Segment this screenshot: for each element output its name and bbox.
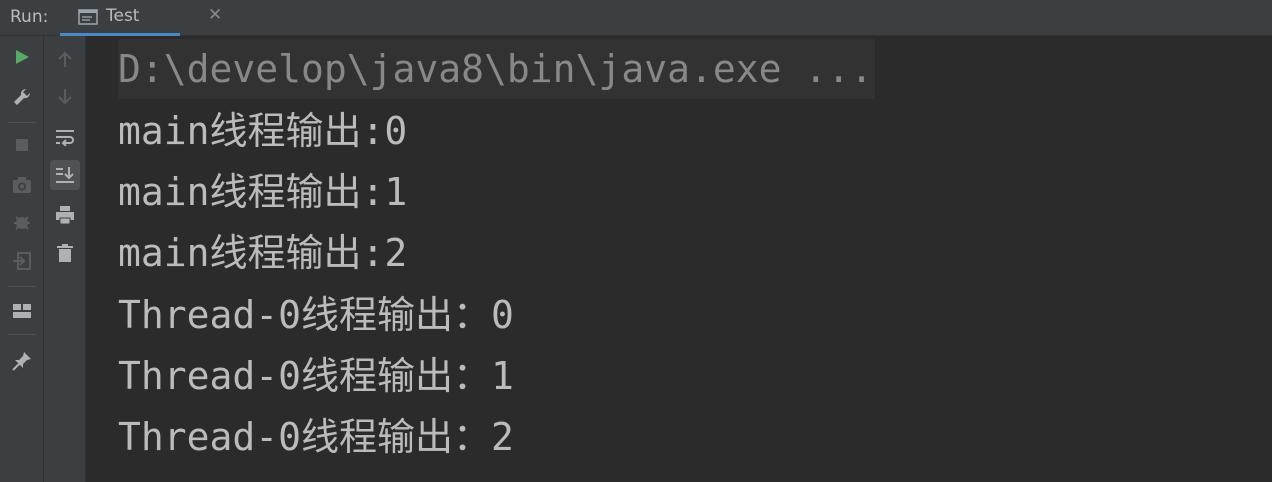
- run-tab-bar: Run: Test ✕: [0, 0, 1272, 36]
- run-toolbar: [0, 36, 44, 482]
- output-line: Thread-0线程输出：0: [118, 293, 514, 337]
- toolbar-separator: [8, 334, 36, 335]
- run-tool-window: Run: Test ✕ D:\develop\java8\bin\java.ex…: [0, 0, 1272, 482]
- tab-test[interactable]: Test ✕: [60, 0, 222, 36]
- command-line[interactable]: D:\develop\java8\bin\java.exe ...: [118, 39, 875, 99]
- arrow-down-icon[interactable]: [52, 84, 78, 110]
- stop-icon[interactable]: [9, 132, 35, 158]
- camera-icon[interactable]: [9, 172, 35, 198]
- console-icon: [78, 9, 98, 25]
- output-line: Thread-0线程输出：1: [118, 354, 514, 398]
- toolbar-separator: [8, 122, 36, 123]
- wrench-icon[interactable]: [9, 84, 35, 110]
- pin-icon[interactable]: [9, 348, 35, 374]
- tab-label: Test: [106, 6, 140, 26]
- toolbar-separator: [8, 286, 36, 287]
- arrow-up-icon[interactable]: [52, 46, 78, 72]
- console-toolbar: [44, 36, 86, 482]
- exit-icon[interactable]: [9, 248, 35, 274]
- run-icon[interactable]: [9, 44, 35, 70]
- output-line: main线程输出:0: [118, 109, 408, 153]
- soft-wrap-icon[interactable]: [52, 124, 78, 150]
- close-icon[interactable]: ✕: [208, 5, 222, 25]
- output-line: Thread-0线程输出：2: [118, 415, 514, 459]
- output-line: main线程输出:2: [118, 231, 408, 275]
- layout-icon[interactable]: [9, 298, 35, 324]
- print-icon[interactable]: [52, 202, 78, 228]
- debug-icon[interactable]: [9, 210, 35, 236]
- console-output[interactable]: D:\develop\java8\bin\java.exe ... main线程…: [86, 36, 1272, 482]
- scroll-to-end-icon[interactable]: [50, 160, 80, 190]
- trash-icon[interactable]: [52, 240, 78, 266]
- output-line: main线程输出:1: [118, 170, 408, 214]
- run-label: Run:: [10, 7, 49, 27]
